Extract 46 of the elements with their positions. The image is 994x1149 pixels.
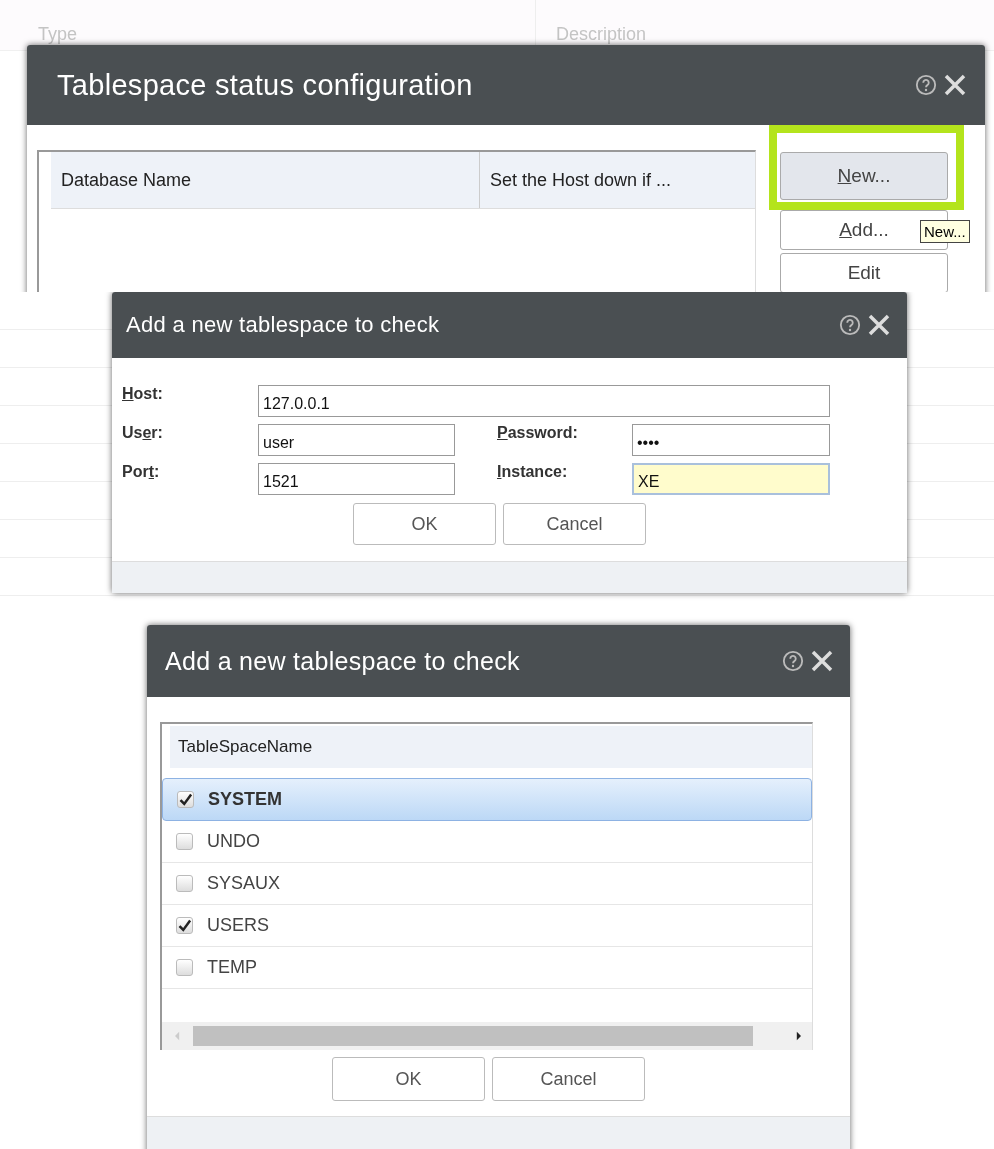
column-header[interactable]: Database Name bbox=[51, 152, 480, 208]
close-icon[interactable] bbox=[810, 649, 834, 673]
close-icon[interactable] bbox=[943, 73, 967, 97]
tablespace-name: UNDO bbox=[207, 831, 260, 852]
tablespace-name: SYSTEM bbox=[208, 789, 282, 810]
close-icon[interactable] bbox=[867, 313, 891, 337]
help-icon[interactable] bbox=[915, 74, 937, 96]
table-row[interactable]: UNDO bbox=[162, 821, 812, 863]
field-label: Port: bbox=[122, 463, 161, 481]
column-header: Description bbox=[556, 23, 647, 46]
checkbox[interactable] bbox=[176, 875, 193, 892]
checkbox[interactable] bbox=[177, 791, 194, 808]
dialog-button[interactable]: OK bbox=[332, 1057, 485, 1101]
input-field[interactable]: •••• bbox=[632, 424, 830, 456]
help-icon[interactable] bbox=[839, 314, 861, 336]
input-field[interactable]: 1521 bbox=[258, 463, 455, 495]
tablespace-name: TEMP bbox=[207, 957, 257, 978]
dialog-title: Add a new tablespace to check bbox=[126, 312, 440, 338]
column-header[interactable]: Set the Host down if ... bbox=[480, 152, 755, 208]
table-row[interactable]: USERS bbox=[162, 905, 812, 947]
field-label: Host: bbox=[122, 385, 164, 403]
new-button[interactable]: New... bbox=[780, 152, 948, 200]
field-label: Password: bbox=[497, 424, 579, 442]
scroll-right-icon[interactable] bbox=[795, 1031, 802, 1041]
checkbox[interactable] bbox=[176, 959, 193, 976]
table-row[interactable]: SYSTEM bbox=[162, 778, 812, 821]
horizontal-scrollbar[interactable] bbox=[162, 1022, 812, 1050]
tablespace-name: USERS bbox=[207, 915, 269, 936]
help-icon[interactable] bbox=[782, 650, 804, 672]
checkbox[interactable] bbox=[176, 833, 193, 850]
field-label: User: bbox=[122, 424, 164, 442]
tooltip: New... bbox=[920, 220, 970, 243]
dialog-button[interactable]: Cancel bbox=[492, 1057, 645, 1101]
tablespace-name: SYSAUX bbox=[207, 873, 281, 894]
checkbox[interactable] bbox=[176, 917, 193, 934]
table-row[interactable]: TEMP bbox=[162, 947, 812, 989]
dialog-title: Tablespace status configuration bbox=[57, 68, 473, 102]
dialog-title: Add a new tablespace to check bbox=[165, 646, 520, 676]
table-row[interactable]: SYSAUX bbox=[162, 863, 812, 905]
input-field[interactable]: XE bbox=[632, 463, 830, 495]
dialog-button[interactable]: OK bbox=[353, 503, 496, 545]
input-field[interactable]: user bbox=[258, 424, 455, 456]
dialog-button[interactable]: Cancel bbox=[503, 503, 646, 545]
field-label: Instance: bbox=[497, 463, 569, 481]
side-button[interactable]: Edit bbox=[780, 253, 948, 292]
input-field[interactable]: 127.0.0.1 bbox=[258, 385, 830, 417]
